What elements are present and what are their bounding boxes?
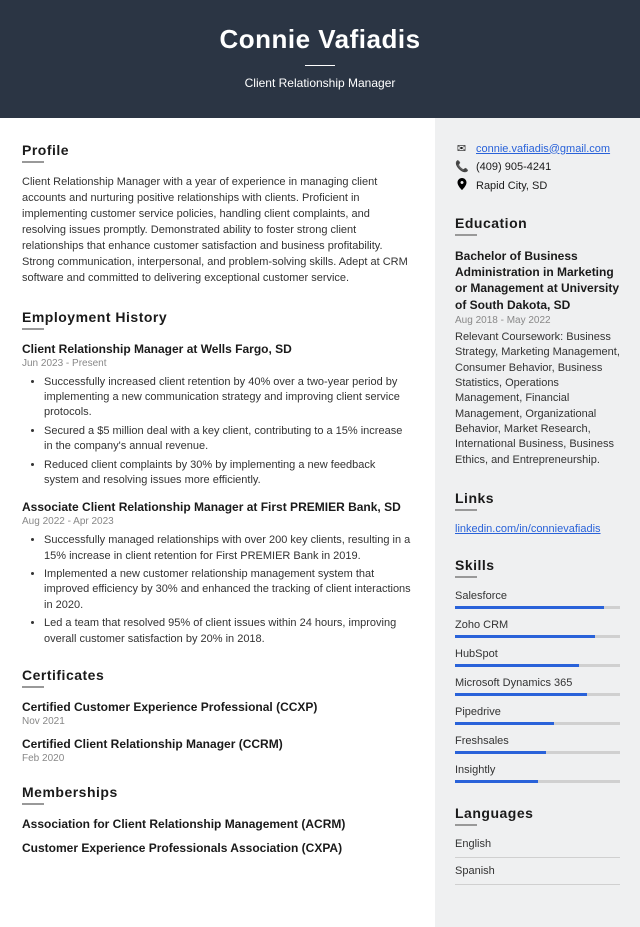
education-heading: Education: [455, 215, 620, 231]
contact-email-row: ✉ connie.vafiadis@gmail.com: [455, 142, 620, 155]
cert-name: Certified Client Relationship Manager (C…: [22, 737, 413, 751]
section-underline: [22, 686, 44, 688]
job-dates: Aug 2022 - Apr 2023: [22, 516, 413, 527]
section-underline: [455, 234, 477, 236]
certificates-heading: Certificates: [22, 667, 413, 683]
email-icon: ✉: [455, 142, 468, 155]
links-heading: Links: [455, 490, 620, 506]
section-underline: [22, 803, 44, 805]
education-desc: Relevant Coursework: Business Strategy, …: [455, 330, 620, 469]
profile-heading: Profile: [22, 142, 413, 158]
job-title: Associate Client Relationship Manager at…: [22, 500, 413, 514]
contact-phone-row: 📞 (409) 905-4241: [455, 160, 620, 173]
employment-section: Employment History Client Relationship M…: [22, 309, 413, 647]
skill-item: Insightly: [455, 764, 620, 783]
skill-item: Salesforce: [455, 590, 620, 609]
skills-section: Skills Salesforce Zoho CRM HubSpot Microsof…: [455, 557, 620, 783]
skill-item: Microsoft Dynamics 365: [455, 677, 620, 696]
language-item: English: [455, 838, 620, 858]
location-text: Rapid City, SD: [476, 180, 547, 192]
membership-item: Association for Client Relationship Mana…: [22, 817, 413, 831]
skill-item: Freshsales: [455, 735, 620, 754]
skill-bar: [455, 780, 620, 783]
skill-fill: [455, 751, 546, 754]
phone-text: (409) 905-4241: [476, 161, 551, 173]
phone-icon: 📞: [455, 160, 468, 173]
education-dates: Aug 2018 - May 2022: [455, 315, 620, 326]
job-bullet: Reduced client complaints by 30% by impl…: [44, 458, 413, 489]
section-underline: [455, 576, 477, 578]
person-name: Connie Vafiadis: [20, 24, 620, 55]
contact-section: ✉ connie.vafiadis@gmail.com 📞 (409) 905-…: [455, 142, 620, 193]
membership-item: Customer Experience Professionals Associ…: [22, 841, 413, 855]
profile-section: Profile Client Relationship Manager with…: [22, 142, 413, 287]
cert-date: Feb 2020: [22, 753, 413, 764]
header-divider: [305, 65, 335, 66]
language-item: Spanish: [455, 865, 620, 885]
resume-body: Profile Client Relationship Manager with…: [0, 118, 640, 927]
job-item: Client Relationship Manager at Wells Far…: [22, 342, 413, 489]
skill-name: HubSpot: [455, 648, 620, 660]
sidebar-column: ✉ connie.vafiadis@gmail.com 📞 (409) 905-…: [435, 118, 640, 927]
location-icon: [455, 178, 468, 193]
skill-item: HubSpot: [455, 648, 620, 667]
section-underline: [22, 161, 44, 163]
job-bullet: Successfully managed relationships with …: [44, 533, 413, 564]
job-bullets: Successfully increased client retention …: [22, 375, 413, 489]
skill-fill: [455, 606, 604, 609]
languages-section: Languages English Spanish: [455, 805, 620, 885]
skill-name: Insightly: [455, 764, 620, 776]
skill-fill: [455, 635, 595, 638]
skill-bar: [455, 664, 620, 667]
skill-bar: [455, 751, 620, 754]
skill-name: Pipedrive: [455, 706, 620, 718]
skill-fill: [455, 780, 538, 783]
job-item: Associate Client Relationship Manager at…: [22, 500, 413, 647]
email-link[interactable]: connie.vafiadis@gmail.com: [476, 143, 610, 155]
skill-bar: [455, 722, 620, 725]
job-bullet: Successfully increased client retention …: [44, 375, 413, 421]
education-section: Education Bachelor of Business Administr…: [455, 215, 620, 468]
memberships-section: Memberships Association for Client Relat…: [22, 784, 413, 855]
job-bullet: Secured a $5 million deal with a key cli…: [44, 424, 413, 455]
skill-bar: [455, 693, 620, 696]
contact-location-row: Rapid City, SD: [455, 178, 620, 193]
cert-date: Nov 2021: [22, 716, 413, 727]
employment-heading: Employment History: [22, 309, 413, 325]
linkedin-link[interactable]: linkedin.com/in/connievafiadis: [455, 523, 601, 535]
section-underline: [455, 509, 477, 511]
cert-item: Certified Client Relationship Manager (C…: [22, 737, 413, 764]
skill-fill: [455, 693, 587, 696]
skill-name: Zoho CRM: [455, 619, 620, 631]
resume-header: Connie Vafiadis Client Relationship Mana…: [0, 0, 640, 118]
section-underline: [455, 824, 477, 826]
skills-heading: Skills: [455, 557, 620, 573]
languages-heading: Languages: [455, 805, 620, 821]
skill-fill: [455, 722, 554, 725]
job-bullet: Implemented a new customer relationship …: [44, 567, 413, 613]
skill-item: Pipedrive: [455, 706, 620, 725]
skill-name: Freshsales: [455, 735, 620, 747]
education-degree: Bachelor of Business Administration in M…: [455, 248, 620, 313]
memberships-heading: Memberships: [22, 784, 413, 800]
profile-text: Client Relationship Manager with a year …: [22, 175, 413, 287]
skill-name: Microsoft Dynamics 365: [455, 677, 620, 689]
job-bullet: Led a team that resolved 95% of client i…: [44, 616, 413, 647]
job-title: Client Relationship Manager at Wells Far…: [22, 342, 413, 356]
skill-fill: [455, 664, 579, 667]
person-title: Client Relationship Manager: [20, 76, 620, 90]
skill-bar: [455, 606, 620, 609]
section-underline: [22, 328, 44, 330]
skill-bar: [455, 635, 620, 638]
cert-item: Certified Customer Experience Profession…: [22, 700, 413, 727]
cert-name: Certified Customer Experience Profession…: [22, 700, 413, 714]
job-bullets: Successfully managed relationships with …: [22, 533, 413, 647]
skill-name: Salesforce: [455, 590, 620, 602]
certificates-section: Certificates Certified Customer Experien…: [22, 667, 413, 764]
main-column: Profile Client Relationship Manager with…: [0, 118, 435, 927]
skill-item: Zoho CRM: [455, 619, 620, 638]
job-dates: Jun 2023 - Present: [22, 358, 413, 369]
links-section: Links linkedin.com/in/connievafiadis: [455, 490, 620, 535]
